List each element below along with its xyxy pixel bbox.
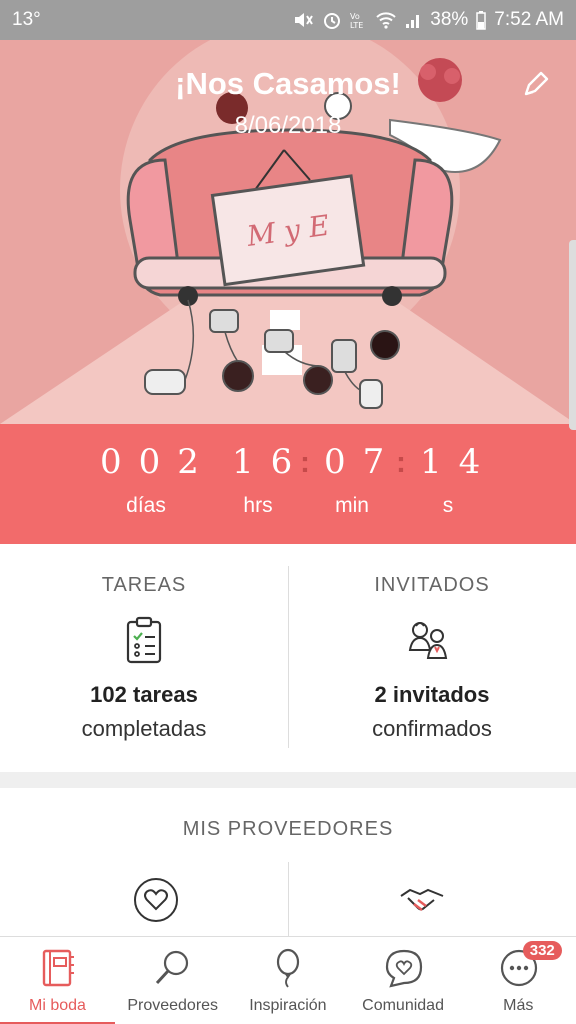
couple-icon <box>408 622 448 659</box>
balloon-icon <box>277 948 300 988</box>
nav-label: Más <box>503 997 534 1014</box>
countdown-separator: : <box>396 446 406 479</box>
countdown-separator: : <box>300 446 310 479</box>
divider <box>288 862 289 936</box>
countdown-seconds-label: s <box>442 494 454 517</box>
svg-text:Vo: Vo <box>350 12 360 21</box>
nav-label: Proveedores <box>127 997 219 1014</box>
notification-badge: 332 <box>522 941 562 960</box>
countdown-hours: 16 <box>232 442 310 482</box>
guests-count: 2 invitados <box>374 682 490 707</box>
countdown-seconds: 14 <box>420 442 498 482</box>
guests-heading: INVITADOS <box>374 574 490 596</box>
countdown-minutes-label: min <box>335 494 369 517</box>
wedding-summary: TAREAS 102 tareas completadas INVITADOS … <box>0 544 576 772</box>
section-separator <box>0 772 576 788</box>
tasks-card[interactable]: TAREAS 102 tareas completadas <box>0 544 288 772</box>
nav-mi-boda[interactable]: Mi boda <box>0 937 116 1024</box>
providers-section: MIS PROVEEDORES <box>0 788 576 936</box>
battery-percent: 38% <box>430 9 469 30</box>
wedding-hero: M y E ¡Nos Casamos! 8/06/2018 <box>0 40 576 424</box>
clipboard-checklist-icon <box>126 616 162 664</box>
heart-circle-icon[interactable] <box>132 876 180 924</box>
clock-time: 7:52 AM <box>494 9 564 30</box>
battery-icon <box>476 10 487 30</box>
scrollbar[interactable] <box>569 240 576 430</box>
nav-label: Inspiración <box>249 997 327 1014</box>
pencil-icon <box>524 71 549 96</box>
notebook-icon <box>42 949 74 987</box>
nav-label: Comunidad <box>362 997 444 1014</box>
guests-card[interactable]: INVITADOS 2 invitados confirmados <box>288 544 576 772</box>
nav-mas[interactable]: 332 Más <box>461 937 576 1024</box>
status-temperature: 13° <box>12 9 41 30</box>
handshake-icon[interactable] <box>398 876 446 924</box>
signal-icon <box>404 11 422 29</box>
wedding-date: 8/06/2018 <box>234 112 342 139</box>
volte-icon: Vo LTE <box>350 10 368 30</box>
mute-icon <box>292 10 314 30</box>
bottom-navigation: Mi boda Proveedores Inspiración Comunida… <box>0 936 576 1024</box>
search-icon <box>156 950 189 985</box>
providers-heading: MIS PROVEEDORES <box>182 818 394 840</box>
svg-text:LTE: LTE <box>350 21 363 30</box>
tasks-sub: completadas <box>81 716 207 741</box>
nav-inspiracion[interactable]: Inspiración <box>230 937 345 1024</box>
countdown-days: 002 <box>100 442 216 482</box>
tasks-heading: TAREAS <box>101 574 187 596</box>
nav-proveedores[interactable]: Proveedores <box>115 937 230 1024</box>
nav-label: Mi boda <box>29 997 86 1014</box>
wedding-title: ¡Nos Casamos! <box>175 66 401 101</box>
tasks-count: 102 tareas <box>90 682 198 707</box>
nav-comunidad[interactable]: Comunidad <box>346 937 461 1024</box>
alarm-icon <box>322 10 342 30</box>
countdown-days-label: días <box>126 494 166 517</box>
countdown-timer: 002 16 : 07 : 14 días hrs min s <box>0 424 576 544</box>
countdown-hours-label: hrs <box>243 494 273 517</box>
edit-button[interactable] <box>516 64 556 104</box>
status-bar: 13° Vo LTE 38% 7:52 AM <box>0 0 576 40</box>
chat-heart-icon <box>385 949 422 988</box>
countdown-minutes: 07 <box>324 442 402 482</box>
wifi-icon <box>376 11 396 29</box>
guests-sub: confirmados <box>372 716 492 741</box>
